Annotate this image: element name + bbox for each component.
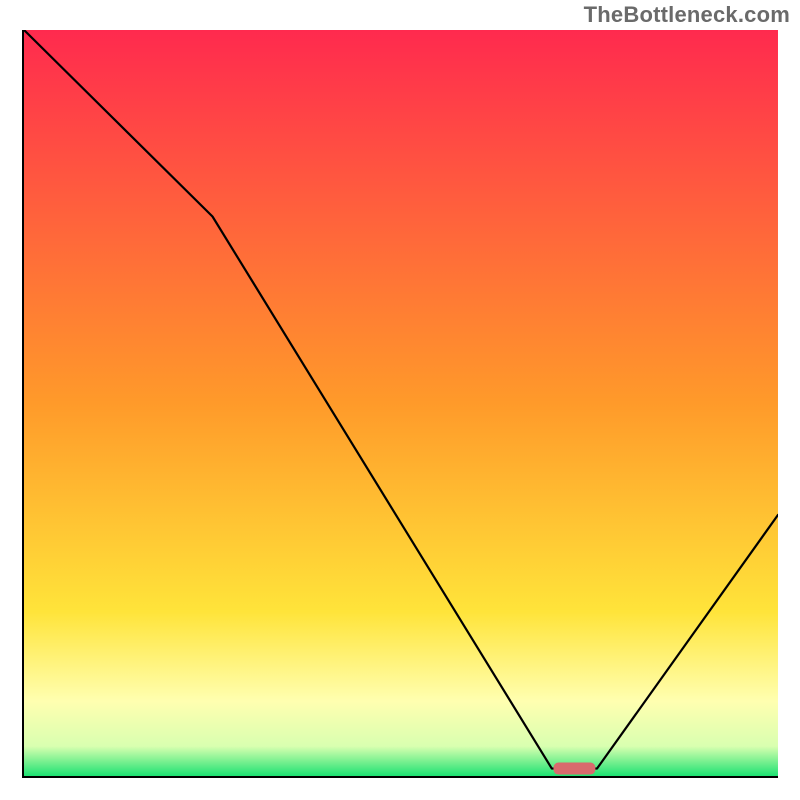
- bottleneck-curve: [24, 30, 778, 769]
- watermark-text: TheBottleneck.com: [584, 2, 790, 28]
- plot-box: [22, 30, 778, 778]
- curve-svg: [24, 30, 778, 776]
- stage: TheBottleneck.com: [0, 0, 800, 800]
- optimal-marker: [553, 763, 595, 775]
